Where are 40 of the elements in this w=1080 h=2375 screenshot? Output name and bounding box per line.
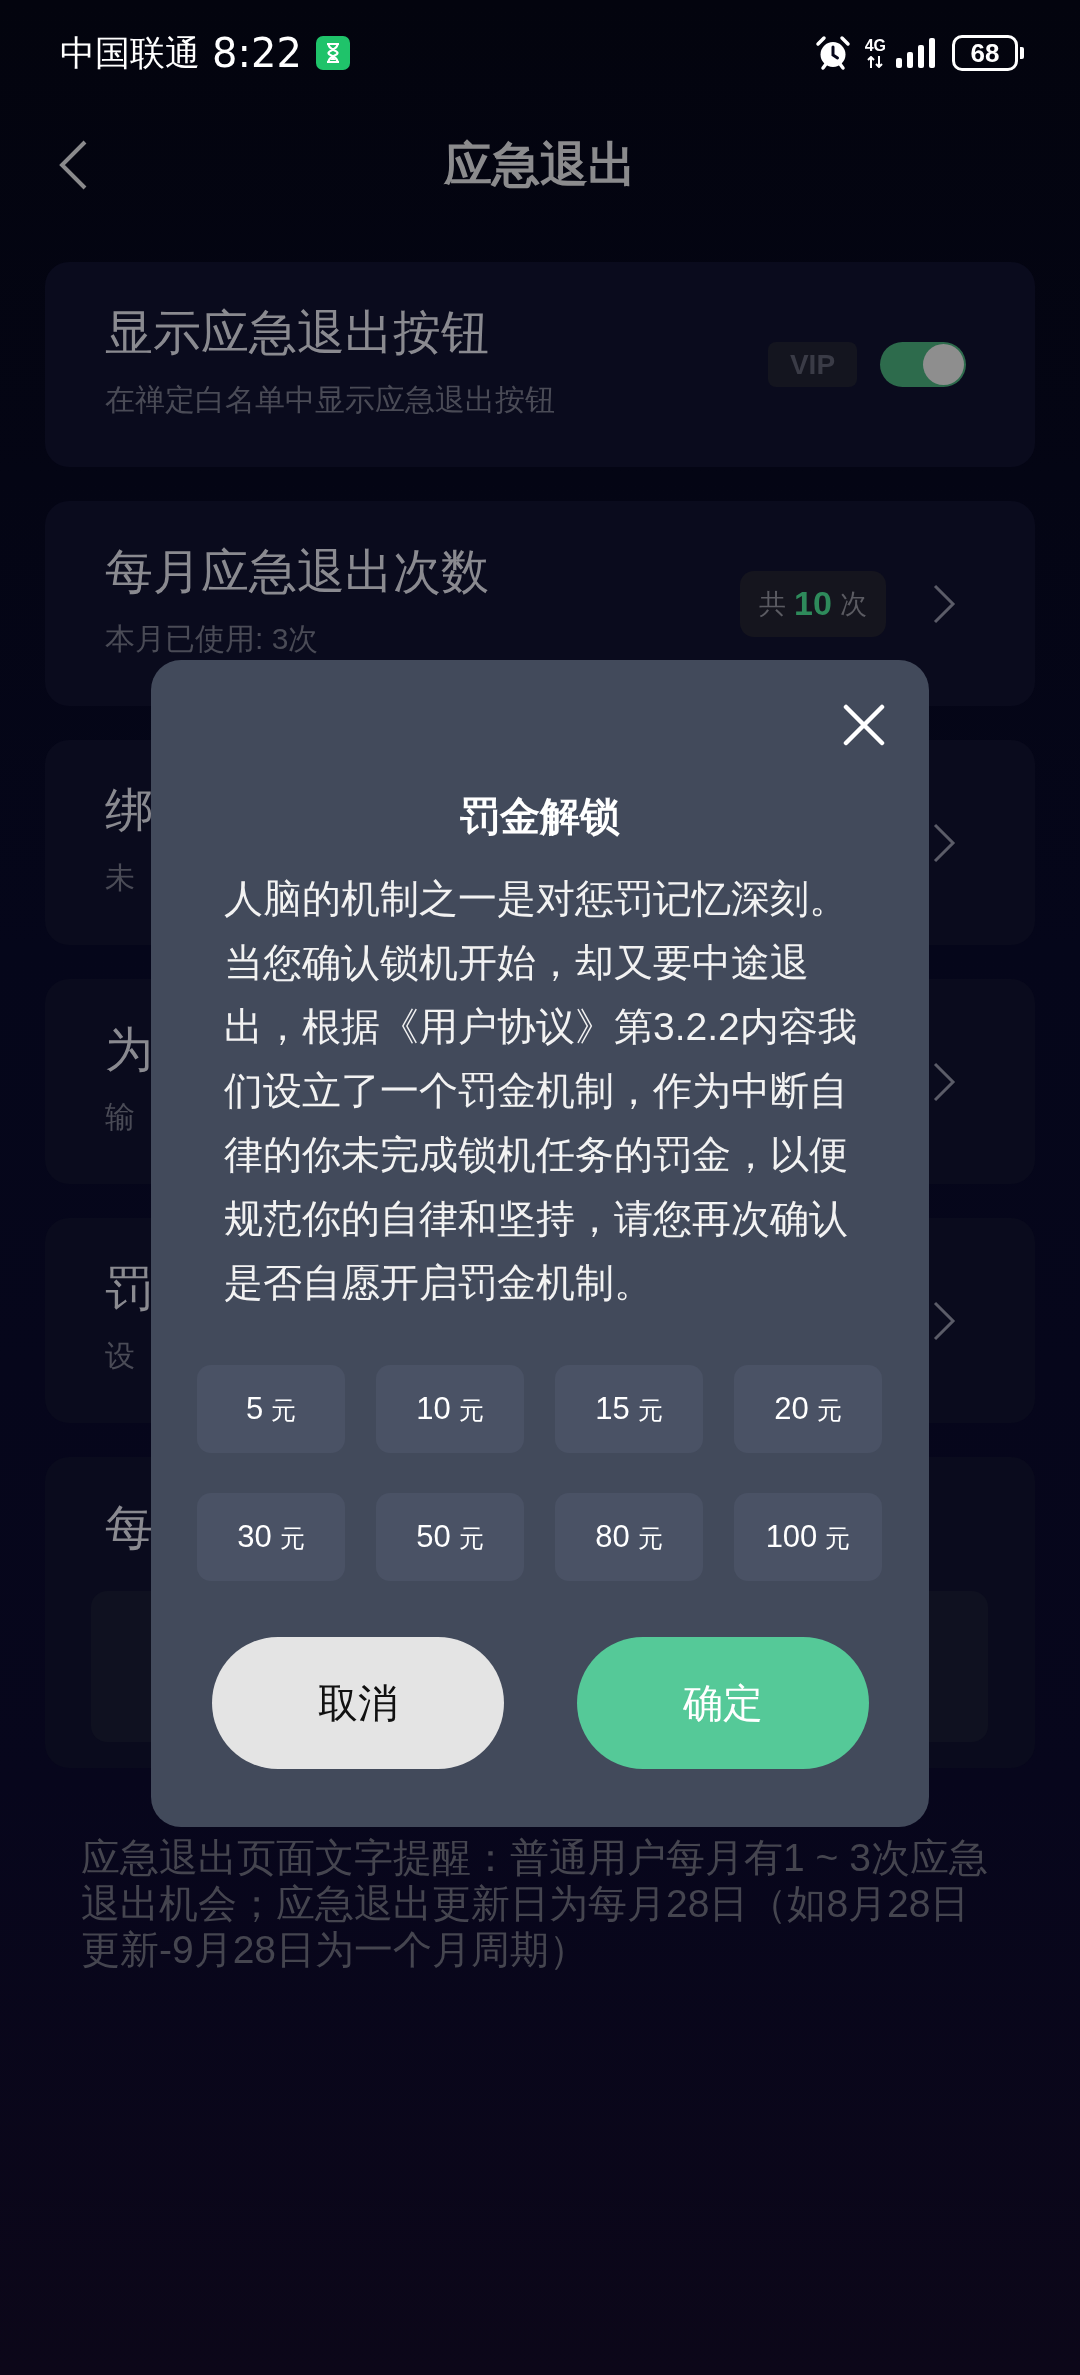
amount-option[interactable]: 5 元: [197, 1365, 345, 1453]
data-arrows-icon: [867, 56, 884, 68]
back-icon[interactable]: [58, 139, 88, 191]
amount-option[interactable]: 30 元: [197, 1493, 345, 1581]
amount-option[interactable]: 10 元: [376, 1365, 524, 1453]
clock-time: 8:22: [212, 31, 302, 75]
setting-subtitle: 本月已使用: 3次: [105, 621, 319, 657]
amount-option[interactable]: 50 元: [376, 1493, 524, 1581]
setting-title: 绑: [105, 785, 153, 837]
footnote-text: 应急退出页面文字提醒：普通用户每月有1 ~ 3次应急退出机会；应急退出更新日为每月28日（如8月28日更新-9月28日为一个月周期）: [80, 1835, 989, 1973]
hourglass-icon: [315, 36, 350, 70]
chevron-right-icon: [933, 822, 956, 863]
setting-title: 每: [104, 1502, 153, 1554]
setting-title: 罚: [105, 1263, 153, 1315]
chevron-right-icon: [933, 1061, 956, 1102]
setting-title: 显示应急退出按钮: [105, 307, 489, 359]
alarm-clock-icon: [814, 35, 851, 71]
dialog-title: 罚金解锁: [459, 793, 621, 840]
amount-option[interactable]: 20 元: [734, 1365, 882, 1453]
dialog-message: 人脑的机制之一是对惩罚记忆深刻。当您确认锁机开始，却又要中途退出，根据《用户协议》第3.2.2内容我们设立了一个罚金机制，作为中断自律的你未完成锁机任务的罚金，以便规范你的自律和坚持，请您再次确认是否自愿开启罚金机制。: [224, 876, 858, 1306]
setting-title: 每月应急退出次数: [105, 546, 489, 598]
toggle-switch[interactable]: [880, 342, 966, 387]
setting-title: 为: [105, 1024, 153, 1076]
carrier-name: 中国联通: [60, 33, 200, 73]
setting-subtitle: 未: [105, 860, 135, 896]
amount-option[interactable]: 15 元: [555, 1365, 703, 1453]
setting-subtitle: 输: [105, 1099, 135, 1135]
close-icon[interactable]: [843, 704, 885, 746]
signal-icon: [896, 38, 936, 68]
setting-subtitle: 设: [105, 1338, 135, 1374]
setting-subtitle: 在禅定白名单中显示应急退出按钮: [105, 382, 555, 418]
cancel-button[interactable]: 取消: [211, 1637, 504, 1769]
amount-option[interactable]: 100 元: [734, 1493, 882, 1581]
chevron-right-icon: [933, 1300, 956, 1341]
chevron-right-icon: [933, 583, 956, 624]
page-title: 应急退出: [444, 137, 636, 193]
network-type-label: 4G: [864, 38, 886, 54]
battery-indicator: 68: [952, 35, 1024, 71]
amount-option[interactable]: 80 元: [555, 1493, 703, 1581]
count-badge: 共 10 次: [740, 570, 886, 637]
